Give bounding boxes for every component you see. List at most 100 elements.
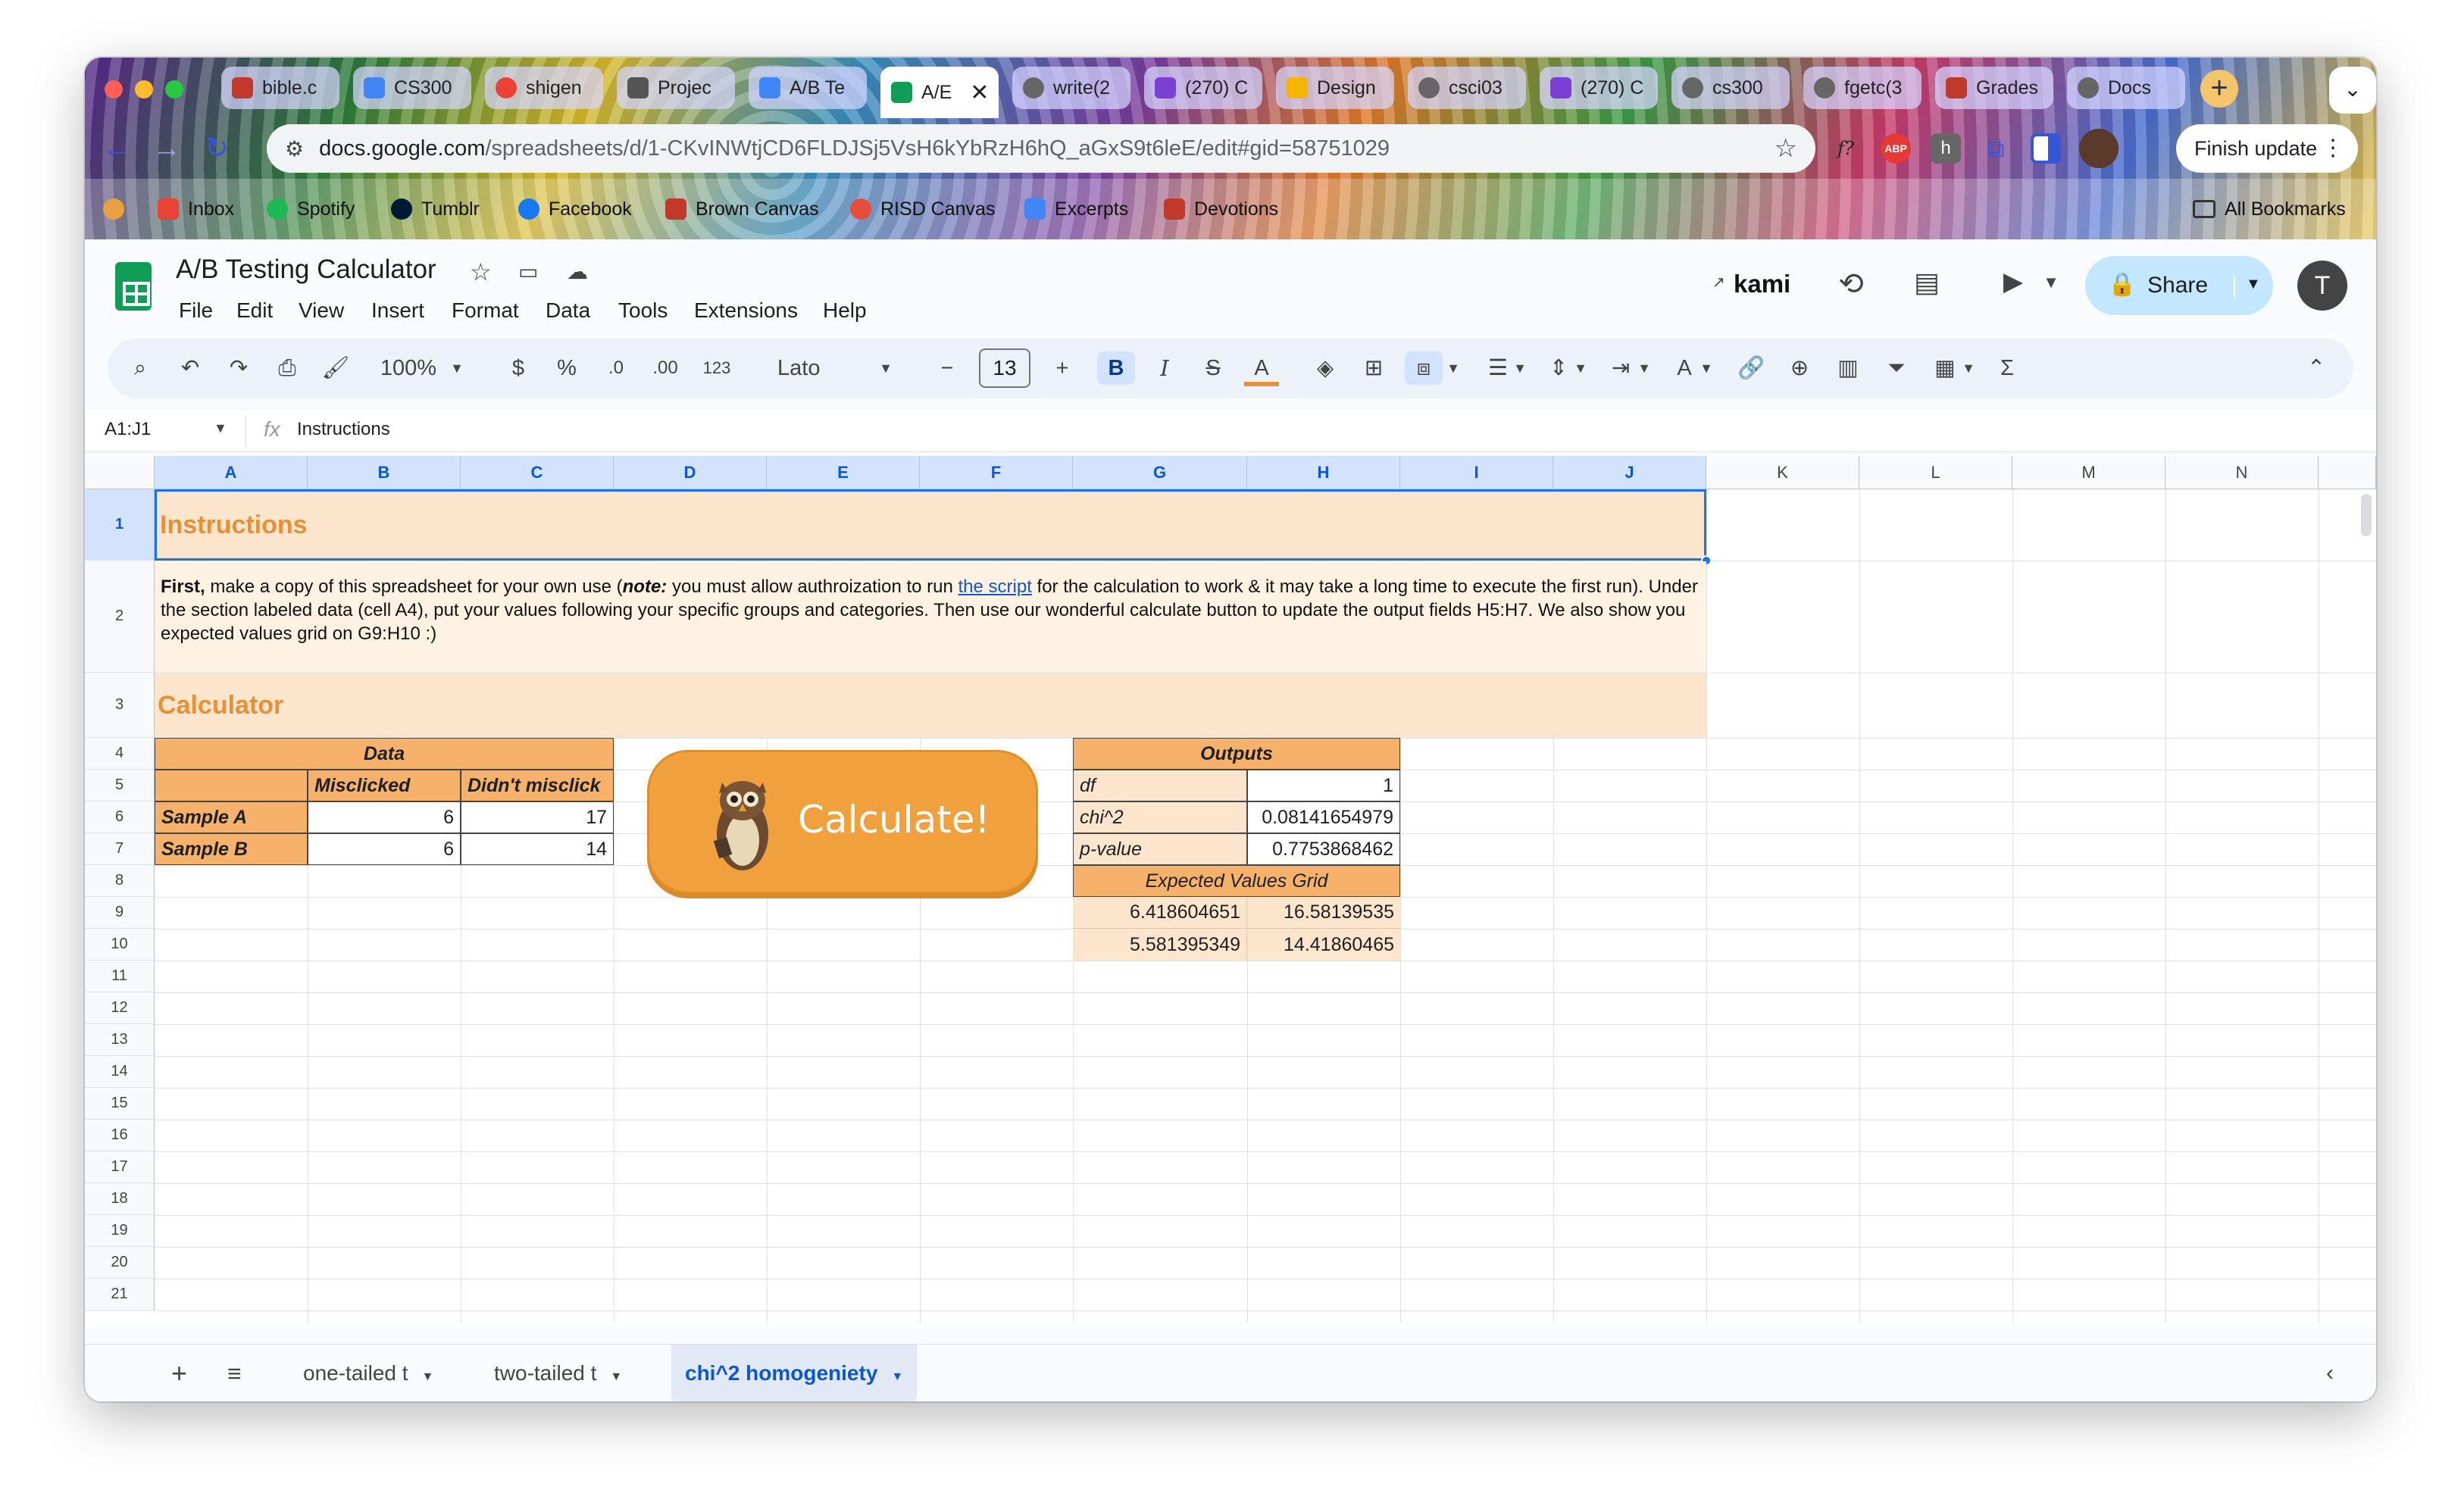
extension-formula-icon[interactable]: f? bbox=[1831, 133, 1861, 164]
row-header-4[interactable]: 4 bbox=[85, 738, 155, 770]
browser-tab[interactable]: (270) C bbox=[1540, 67, 1658, 109]
sample-a-misclicked-cell[interactable]: 6 bbox=[308, 801, 461, 833]
finish-update-button[interactable]: Finish update ⋮ bbox=[2176, 124, 2358, 173]
insert-comment-icon[interactable]: ⊕ bbox=[1782, 351, 1817, 385]
row-header-14[interactable]: 14 bbox=[85, 1056, 155, 1088]
sample-b-misclicked-cell[interactable]: 6 bbox=[308, 833, 461, 865]
browser-tab[interactable]: cs300 bbox=[1671, 67, 1790, 109]
row-header-15[interactable]: 15 bbox=[85, 1088, 155, 1120]
row-header-17[interactable]: 17 bbox=[85, 1151, 155, 1183]
data-header-cell[interactable]: Data bbox=[155, 738, 614, 770]
column-header-j[interactable]: J bbox=[1553, 456, 1706, 489]
menu-data[interactable]: Data bbox=[546, 298, 590, 323]
new-tab-button[interactable]: + bbox=[2200, 70, 2238, 108]
menu-view[interactable]: View bbox=[299, 298, 344, 323]
bookmark-facebook[interactable]: Facebook bbox=[518, 194, 632, 224]
row-header-13[interactable]: 13 bbox=[85, 1024, 155, 1056]
functions-icon[interactable]: Σ bbox=[1990, 351, 2025, 385]
vertical-scrollbar[interactable] bbox=[2361, 494, 2372, 536]
undo-icon[interactable]: ↶ bbox=[173, 351, 208, 385]
browser-tab[interactable]: A/B Te bbox=[749, 67, 867, 109]
borders-icon[interactable]: ⊞ bbox=[1356, 351, 1391, 385]
extensions-puzzle-icon[interactable]: ⧉ bbox=[1981, 133, 2011, 164]
font-select[interactable]: Lato bbox=[767, 351, 858, 385]
calculate-button[interactable]: Calculate! bbox=[647, 750, 1038, 894]
chevron-down-icon[interactable]: ▼ bbox=[1511, 351, 1529, 385]
row-header-8[interactable]: 8 bbox=[85, 865, 155, 897]
chevron-down-icon[interactable]: ▼ bbox=[1697, 351, 1715, 385]
browser-tab[interactable]: shigen bbox=[485, 67, 603, 109]
df-value-cell[interactable]: 1 bbox=[1247, 770, 1400, 801]
close-window-button[interactable] bbox=[105, 80, 123, 98]
text-wrap-icon[interactable]: ⇥ bbox=[1603, 351, 1638, 385]
chevron-down-icon[interactable]: ▼ bbox=[891, 1370, 903, 1383]
close-tab-icon[interactable]: ✕ bbox=[970, 80, 989, 106]
column-header-d[interactable]: D bbox=[614, 456, 767, 489]
browser-tab[interactable]: (270) C bbox=[1144, 67, 1262, 109]
row-header-10[interactable]: 10 bbox=[85, 929, 155, 961]
bookmark-apps-icon[interactable] bbox=[103, 194, 133, 224]
menu-edit[interactable]: Edit bbox=[236, 298, 273, 323]
menu-file[interactable]: File bbox=[179, 298, 213, 323]
column-header-m[interactable]: M bbox=[2012, 456, 2165, 489]
row-header-11[interactable]: 11 bbox=[85, 961, 155, 992]
redo-icon[interactable]: ↷ bbox=[221, 351, 256, 385]
chi-square-label-cell[interactable]: chi^2 bbox=[1073, 801, 1247, 833]
tab-search-chevron-icon[interactable]: ⌄ bbox=[2329, 67, 2376, 114]
row-header-9[interactable]: 9 bbox=[85, 897, 155, 929]
column-header-k[interactable]: K bbox=[1706, 456, 1859, 489]
move-folder-icon[interactable]: ▭ bbox=[518, 259, 538, 284]
extension-h-icon[interactable]: h bbox=[1931, 133, 1961, 164]
all-bookmarks[interactable]: All Bookmarks bbox=[2193, 194, 2346, 224]
column-header-n[interactable]: N bbox=[2165, 456, 2319, 489]
filter-icon[interactable]: ⏷ bbox=[1879, 351, 1914, 385]
bookmark-excerpts[interactable]: Excerpts bbox=[1024, 194, 1128, 224]
instructions-title-cell[interactable]: Instructions bbox=[155, 489, 1706, 561]
chevron-down-icon[interactable]: ▼ bbox=[2032, 273, 2070, 292]
chevron-down-icon[interactable]: ▼ bbox=[1571, 351, 1590, 385]
row-header-21[interactable]: 21 bbox=[85, 1279, 155, 1311]
instructions-text-cell[interactable]: First, make a copy of this spreadsheet f… bbox=[155, 561, 1706, 673]
more-formats-button[interactable]: 123 bbox=[696, 351, 738, 385]
calculator-title-cell[interactable]: Calculator bbox=[155, 673, 1706, 738]
italic-button[interactable]: I bbox=[1147, 351, 1182, 385]
zoom-select[interactable]: 100% bbox=[374, 351, 442, 385]
sample-b-didnt-cell[interactable]: 14 bbox=[461, 833, 614, 865]
column-header-g[interactable]: G bbox=[1073, 456, 1247, 489]
column-header-o[interactable] bbox=[2319, 456, 2376, 489]
bookmark-risd-canvas[interactable]: RISD Canvas bbox=[850, 194, 995, 224]
document-title[interactable]: A/B Testing Calculator bbox=[176, 255, 436, 285]
increase-font-size-icon[interactable]: + bbox=[1047, 351, 1077, 385]
row-header-20[interactable]: 20 bbox=[85, 1247, 155, 1279]
comments-icon[interactable]: ▤ bbox=[1908, 267, 1946, 298]
text-color-button[interactable]: A bbox=[1244, 351, 1279, 386]
menu-extensions[interactable]: Extensions bbox=[694, 298, 798, 323]
version-history-icon[interactable]: ⟲ bbox=[1832, 267, 1870, 301]
maximize-window-button[interactable] bbox=[165, 80, 183, 98]
expected-g10-cell[interactable]: 5.581395349 bbox=[1073, 929, 1247, 961]
bold-button[interactable]: B bbox=[1097, 351, 1135, 385]
reload-icon[interactable]: ↻ bbox=[200, 132, 233, 165]
all-sheets-icon[interactable]: ≡ bbox=[214, 1345, 255, 1401]
collapse-toolbar-icon[interactable]: ⌃ bbox=[2299, 351, 2334, 385]
name-box[interactable]: A1:J1 bbox=[105, 419, 151, 440]
column-header-h[interactable]: H bbox=[1247, 456, 1400, 489]
kebab-menu-icon[interactable]: ⋮ bbox=[2322, 124, 2344, 173]
expected-g9-cell[interactable]: 6.418604651 bbox=[1073, 897, 1247, 929]
p-value-cell[interactable]: 0.7753868462 bbox=[1247, 833, 1400, 865]
chevron-down-icon[interactable]: ▼ bbox=[1444, 351, 1462, 385]
row-header-5[interactable]: 5 bbox=[85, 770, 155, 801]
bookmark-inbox[interactable]: Inbox bbox=[158, 194, 234, 224]
sheet-tab-one-tailed[interactable]: one-tailed t ▼ bbox=[289, 1345, 447, 1401]
spreadsheet-grid[interactable]: A B C D E F G H I J K L M N 1 2 3 4 5 6 … bbox=[85, 456, 2376, 1327]
column-header-c[interactable]: C bbox=[461, 456, 614, 489]
add-sheet-icon[interactable]: + bbox=[158, 1345, 201, 1401]
column-header-b[interactable]: B bbox=[308, 456, 461, 489]
row-header-3[interactable]: 3 bbox=[85, 673, 155, 738]
chevron-down-icon[interactable]: ▼ bbox=[214, 420, 227, 436]
forward-arrow-icon[interactable]: → bbox=[150, 132, 183, 165]
bookmark-devotions[interactable]: Devotions bbox=[1164, 194, 1278, 224]
row-header-1[interactable]: 1 bbox=[85, 489, 155, 561]
df-label-cell[interactable]: df bbox=[1073, 770, 1247, 801]
column-header-e[interactable]: E bbox=[767, 456, 920, 489]
